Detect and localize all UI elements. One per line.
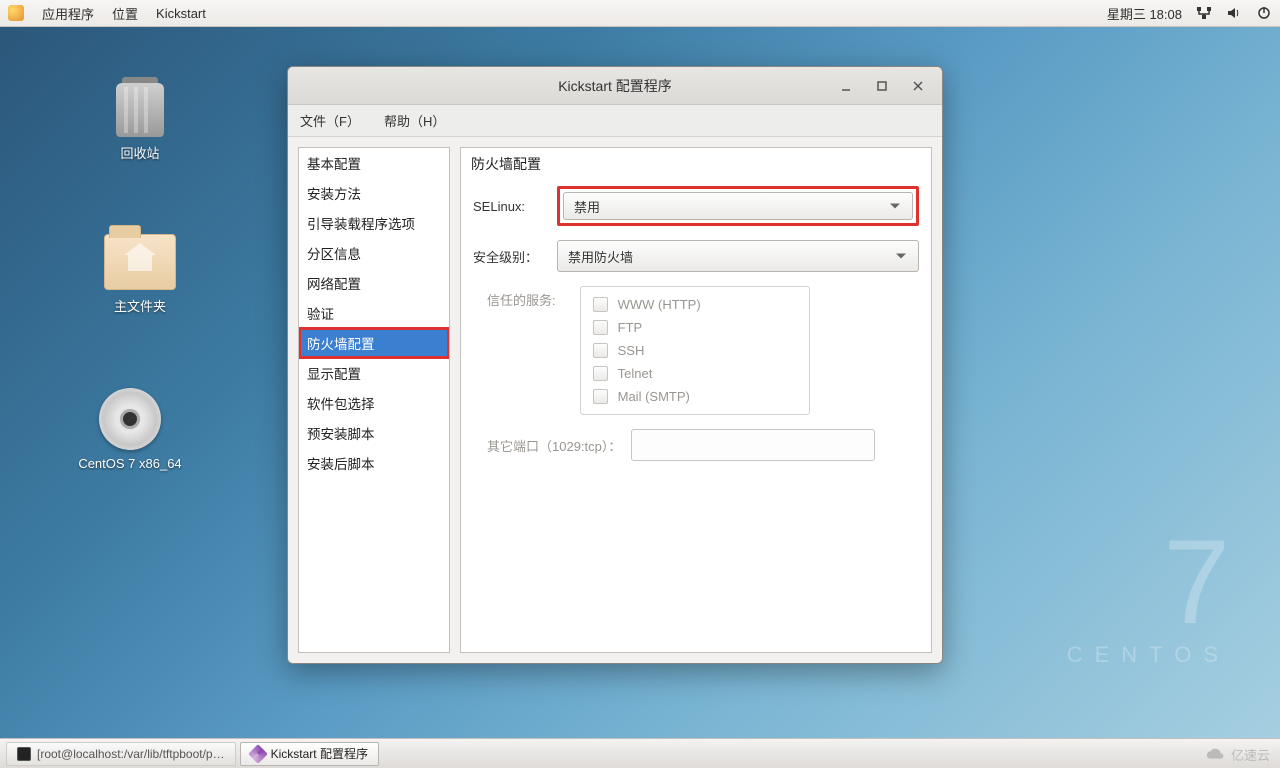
sidebar-item[interactable]: 基本配置 [299, 148, 449, 178]
apps-icon [8, 5, 24, 21]
service-item[interactable]: Mail (SMTP) [591, 385, 799, 408]
desktop-icon-trash[interactable]: 回收站 [70, 78, 210, 162]
trusted-services-list: WWW (HTTP)FTPSSHTelnetMail (SMTP) [580, 286, 810, 415]
taskbar-kickstart[interactable]: Kickstart 配置程序 [240, 742, 379, 766]
sidebar-item[interactable]: 显示配置 [299, 358, 449, 388]
menu-help[interactable]: 帮助（H） [384, 111, 445, 130]
sidebar-item[interactable]: 安装后脚本 [299, 448, 449, 478]
volume-icon[interactable] [1226, 5, 1242, 21]
kickstart-window: Kickstart 配置程序 文件（F） 帮助（H） 基本配置安装方法引导装载程… [287, 66, 943, 664]
window-menubar: 文件（F） 帮助（H） [288, 105, 942, 137]
trusted-services-label: 信任的服务: [487, 286, 556, 309]
selinux-combo[interactable]: 禁用 [563, 192, 913, 220]
clock-text: 星期三 18:08 [1107, 4, 1182, 23]
window-close-button[interactable] [900, 67, 936, 105]
desktop-icon-home[interactable]: 主文件夹 [70, 230, 210, 315]
network-icon[interactable] [1196, 5, 1212, 21]
service-item[interactable]: WWW (HTTP) [591, 293, 799, 316]
desktop-label: CentOS 7 x86_64 [60, 456, 200, 471]
trash-icon [116, 83, 164, 137]
service-item[interactable]: FTP [591, 316, 799, 339]
selinux-highlight: 禁用 [557, 186, 919, 226]
watermark-brand: 亿速云 [1205, 745, 1270, 764]
checkbox-icon[interactable] [593, 343, 608, 358]
selinux-label: SELinux: [473, 199, 545, 214]
sidebar-item[interactable]: 防火墙配置 [299, 328, 449, 358]
kickstart-icon [251, 747, 265, 761]
other-ports-label: 其它端口（1029:tcp）： [487, 436, 621, 455]
desktop-label: 回收站 [70, 143, 210, 162]
config-sidebar: 基本配置安装方法引导装载程序选项分区信息网络配置验证防火墙配置显示配置软件包选择… [298, 147, 450, 653]
checkbox-icon[interactable] [593, 366, 608, 381]
window-titlebar[interactable]: Kickstart 配置程序 [288, 67, 942, 105]
sidebar-item[interactable]: 软件包选择 [299, 388, 449, 418]
disc-icon [99, 388, 161, 450]
sidebar-item[interactable]: 分区信息 [299, 238, 449, 268]
sidebar-item[interactable]: 安装方法 [299, 178, 449, 208]
security-level-label: 安全级别： [473, 247, 545, 266]
wallpaper-watermark: 7 CENTOS [1067, 522, 1230, 668]
panel-heading: 防火墙配置 [461, 148, 931, 178]
window-minimize-button[interactable] [828, 67, 864, 105]
menu-file[interactable]: 文件（F） [300, 111, 360, 130]
security-level-combo[interactable]: 禁用防火墙 [557, 240, 919, 272]
sidebar-item[interactable]: 验证 [299, 298, 449, 328]
window-title: Kickstart 配置程序 [558, 76, 672, 96]
desktop-icon-disc[interactable]: CentOS 7 x86_64 [60, 388, 200, 471]
menu-applications[interactable]: 应用程序 [42, 4, 94, 23]
service-item[interactable]: Telnet [591, 362, 799, 385]
terminal-icon [17, 747, 31, 761]
window-maximize-button[interactable] [864, 67, 900, 105]
bottom-taskbar: [root@localhost:/var/lib/tftpboot/p… Kic… [0, 738, 1280, 768]
other-ports-input[interactable] [631, 429, 875, 461]
checkbox-icon[interactable] [593, 297, 608, 312]
service-item[interactable]: SSH [591, 339, 799, 362]
sidebar-item[interactable]: 引导装载程序选项 [299, 208, 449, 238]
taskbar-terminal[interactable]: [root@localhost:/var/lib/tftpboot/p… [6, 742, 236, 766]
power-icon[interactable] [1256, 5, 1272, 21]
folder-icon [104, 234, 176, 290]
menu-app-kickstart[interactable]: Kickstart [156, 6, 206, 21]
sidebar-item[interactable]: 预安装脚本 [299, 418, 449, 448]
content-panel: 防火墙配置 SELinux: 禁用 安全级别： 禁用防火墙 信任的服务: WWW… [460, 147, 932, 653]
top-menubar: 应用程序 位置 Kickstart 星期三 18:08 [0, 0, 1280, 27]
menu-places[interactable]: 位置 [112, 4, 138, 23]
checkbox-icon[interactable] [593, 320, 608, 335]
sidebar-item[interactable]: 网络配置 [299, 268, 449, 298]
checkbox-icon[interactable] [593, 389, 608, 404]
desktop-label: 主文件夹 [70, 296, 210, 315]
